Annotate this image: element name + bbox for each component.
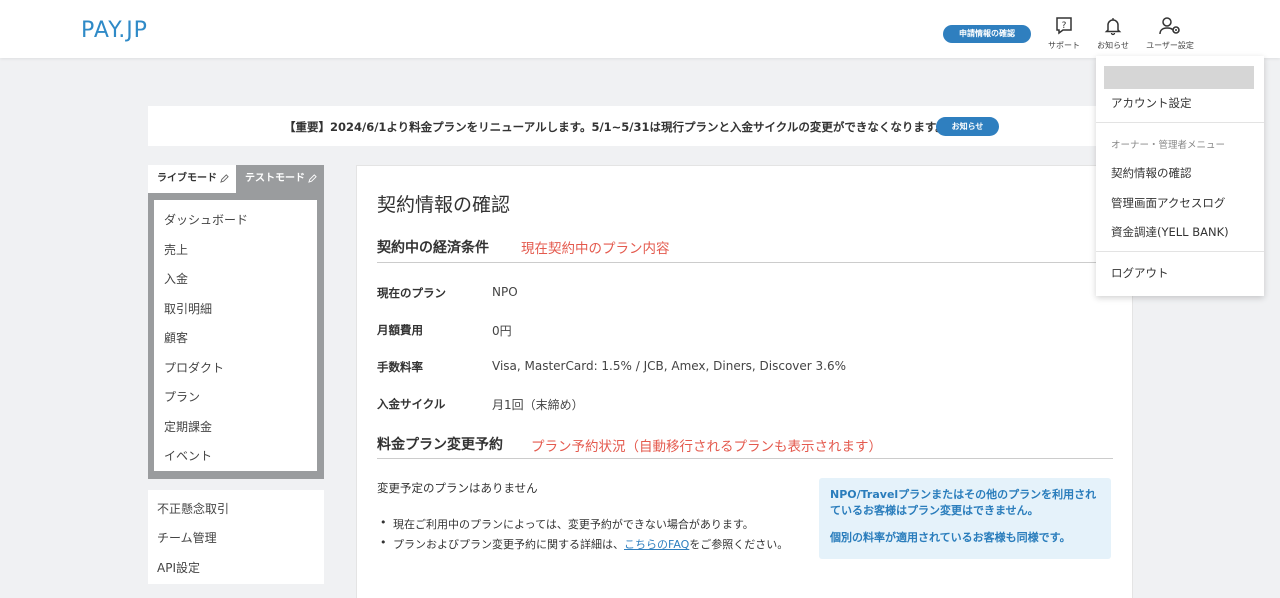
section-contract-terms-annotation: 現在契約中のプラン内容 (521, 241, 670, 257)
fee-rate-value: Visa, MasterCard: 1.5% / JCB, Amex, Dine… (492, 359, 847, 373)
info-line-1: NPO/Travelプランまたはその他のプランを利用されているお客様はプラン変更… (830, 488, 1097, 517)
admin-menu-heading: オーナー・管理者メニュー (1111, 140, 1226, 151)
sidebar-item-customers[interactable]: 顧客 (164, 329, 188, 346)
menu-divider (1096, 251, 1264, 252)
logo-text-suffix: JP (126, 18, 148, 43)
user-settings-dropdown: アカウント設定 オーナー・管理者メニュー 契約情報の確認 管理画面アクセスログ … (1096, 56, 1264, 296)
bell-icon (1104, 18, 1122, 36)
menu-divider (1096, 122, 1264, 123)
section-plan-change-annotation: プラン予約状況（自動移行されるプランも表示されます） (531, 439, 882, 455)
account-name-placeholder (1104, 66, 1254, 89)
current-plan-label: 現在のプラン (377, 286, 446, 300)
menu-item-access-log[interactable]: 管理画面アクセスログ (1111, 195, 1225, 211)
bullet-text: 現在ご利用中のプランによっては、変更予約ができない場合があります。 (393, 518, 754, 531)
current-plan-value: NPO (492, 285, 518, 299)
main-nav-list: ダッシュボード 売上 入金 取引明細 顧客 プロダクト プラン 定期課金 イベン… (154, 200, 317, 471)
contract-info-panel: 契約情報の確認 契約中の経済条件 現在契約中のプラン内容 現在のプラン NPO … (356, 165, 1133, 598)
section-plan-change-title: 料金プラン変更予約 (377, 437, 503, 453)
bullet-text-suffix: をご参照ください。 (689, 538, 789, 551)
sidebar: ライブモード テストモード ダッシュボード 売上 入金 取引明細 顧客 プロダク… (148, 165, 324, 584)
live-mode-label: ライブモード (157, 173, 217, 184)
section-divider (377, 458, 1113, 459)
top-header: PAY.JP 申請情報の確認 ? サポート お知らせ ユーザー設定 (0, 0, 1280, 58)
faq-link[interactable]: こちらのFAQ (624, 538, 689, 551)
notifications-menu[interactable]: お知らせ (1093, 16, 1133, 51)
secondary-nav-list: 不正懸念取引 チーム管理 API設定 (148, 490, 324, 584)
logo-dot: . (118, 18, 127, 43)
user-settings-label: ユーザー設定 (1146, 41, 1194, 50)
tab-test-mode[interactable]: テストモード (236, 165, 324, 193)
sidebar-item-team[interactable]: チーム管理 (157, 529, 217, 546)
user-settings-menu[interactable]: ユーザー設定 (1142, 16, 1198, 51)
bullet-text: プランおよびプラン変更予約に関する詳細は、 (393, 538, 624, 551)
notice-button[interactable]: お知らせ (936, 117, 999, 136)
sidebar-item-dashboard[interactable]: ダッシュボード (164, 211, 248, 228)
menu-item-logout[interactable]: ログアウト (1111, 265, 1169, 281)
pencil-icon (220, 173, 230, 183)
mode-tabs: ライブモード テストモード (148, 165, 324, 193)
list-item: 現在ご利用中のプランによっては、変更予約ができない場合があります。 (380, 516, 754, 532)
monthly-fee-value: 0円 (492, 324, 512, 338)
notices-label: お知らせ (1097, 41, 1129, 50)
fee-rate-label: 手数料率 (377, 360, 423, 374)
user-gear-icon (1159, 17, 1180, 35)
sidebar-item-sales[interactable]: 売上 (164, 241, 188, 258)
page-title: 契約情報の確認 (377, 194, 511, 216)
support-menu[interactable]: ? サポート (1044, 16, 1084, 51)
payout-cycle-label: 入金サイクル (377, 397, 446, 411)
svg-text:?: ? (1062, 21, 1067, 31)
menu-item-yell-bank[interactable]: 資金調達(YELL BANK) (1111, 224, 1229, 240)
sidebar-item-products[interactable]: プロダクト (164, 359, 224, 376)
notice-text: 【重要】2024/6/1より料金プランをリニューアルします。5/1~5/31は現… (284, 120, 947, 134)
application-info-button[interactable]: 申請情報の確認 (943, 25, 1031, 43)
tab-live-mode[interactable]: ライブモード (148, 165, 236, 193)
sidebar-item-fraud[interactable]: 不正懸念取引 (157, 500, 229, 517)
no-scheduled-plan-text: 変更予定のプランはありません (377, 481, 538, 495)
sidebar-item-api-settings[interactable]: API設定 (157, 559, 200, 576)
pencil-icon (308, 173, 318, 183)
logo-text-main: PAY (81, 18, 119, 43)
help-chat-icon: ? (1056, 17, 1072, 35)
sidebar-item-transactions[interactable]: 取引明細 (164, 300, 212, 317)
menu-item-account-settings[interactable]: アカウント設定 (1111, 95, 1192, 111)
sidebar-item-events[interactable]: イベント (164, 447, 212, 464)
plan-change-info-box: NPO/Travelプランまたはその他のプランを利用されているお客様はプラン変更… (819, 478, 1111, 559)
monthly-fee-label: 月額費用 (377, 323, 423, 337)
sidebar-item-deposits[interactable]: 入金 (164, 270, 188, 287)
section-contract-terms-title: 契約中の経済条件 (377, 240, 489, 256)
important-notice-banner: 【重要】2024/6/1より料金プランをリニューアルします。5/1~5/31は現… (148, 106, 1132, 146)
info-line-2: 個別の料率が適用されているお客様も同様です。 (830, 531, 1071, 544)
mode-menu-frame: ダッシュボード 売上 入金 取引明細 顧客 プロダクト プラン 定期課金 イベン… (148, 193, 324, 479)
payout-cycle-value: 月1回（末締め） (492, 398, 584, 412)
sidebar-item-subscriptions[interactable]: 定期課金 (164, 418, 212, 435)
support-label: サポート (1048, 41, 1080, 50)
test-mode-label: テストモード (245, 173, 305, 184)
payjp-logo[interactable]: PAY.JP (81, 18, 148, 43)
list-item: プランおよびプラン変更予約に関する詳細は、こちらのFAQをご参照ください。 (380, 536, 789, 552)
section-divider (377, 262, 1113, 263)
sidebar-item-plans[interactable]: プラン (164, 388, 200, 405)
menu-item-contract-info[interactable]: 契約情報の確認 (1111, 165, 1192, 181)
